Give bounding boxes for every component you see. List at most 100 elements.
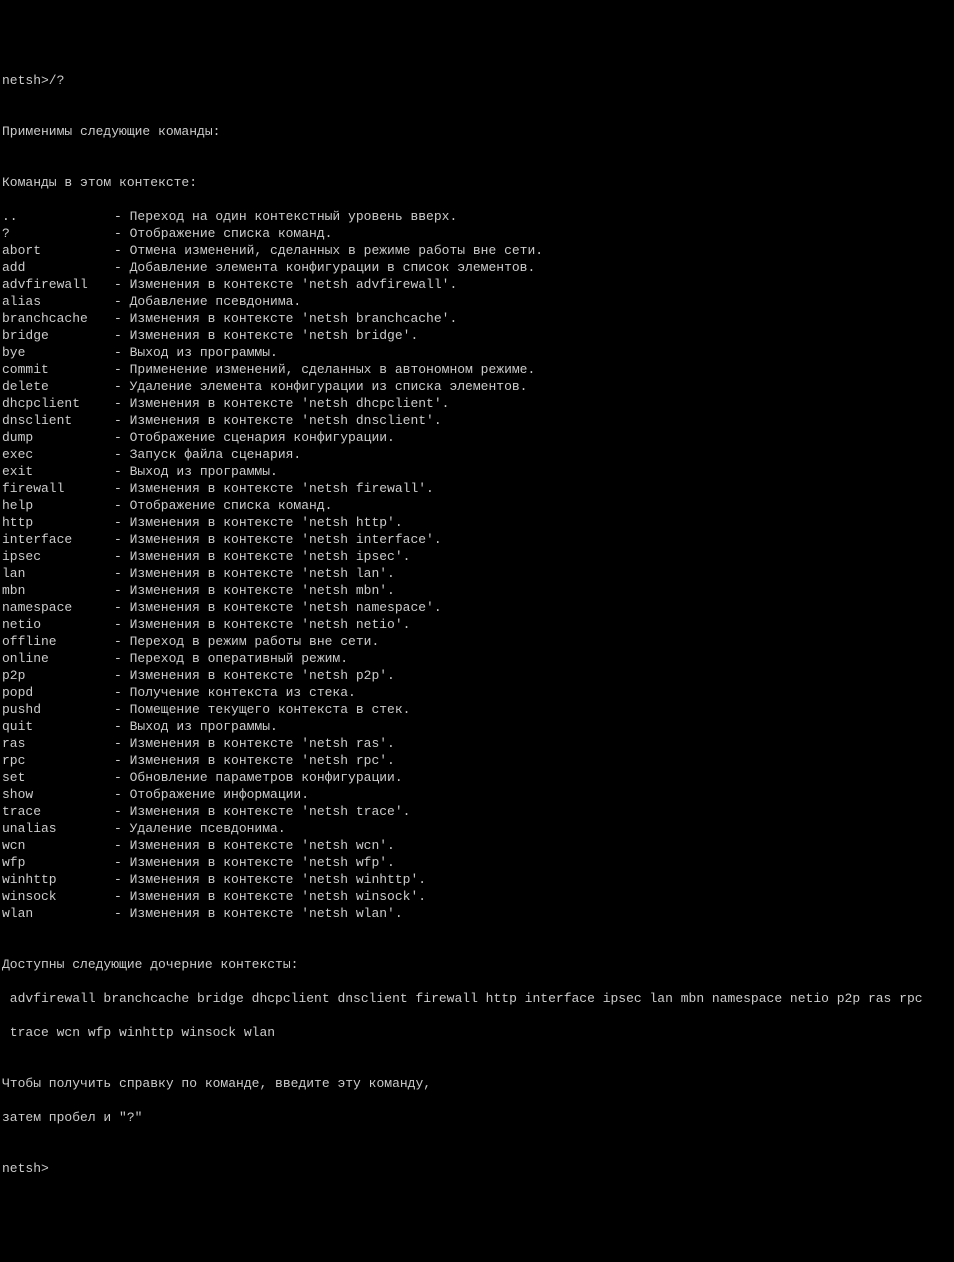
command-name: set <box>2 769 114 786</box>
command-row: winsock- Изменения в контексте 'netsh wi… <box>2 888 952 905</box>
command-desc: - Получение контекста из стека. <box>114 684 356 701</box>
command-row: ipsec- Изменения в контексте 'netsh ipse… <box>2 548 952 565</box>
command-desc: - Переход в режим работы вне сети. <box>114 633 379 650</box>
command-row: advfirewall- Изменения в контексте 'nets… <box>2 276 952 293</box>
command-desc: - Отображение списка команд. <box>114 225 332 242</box>
command-row: lan- Изменения в контексте 'netsh lan'. <box>2 565 952 582</box>
command-name: .. <box>2 208 114 225</box>
command-row: exit- Выход из программы. <box>2 463 952 480</box>
command-desc: - Изменения в контексте 'netsh winsock'. <box>114 888 426 905</box>
command-row: bye- Выход из программы. <box>2 344 952 361</box>
help-hint-line: затем пробел и "?" <box>2 1109 952 1126</box>
command-desc: - Изменения в контексте 'netsh wlan'. <box>114 905 403 922</box>
help-hint-line: Чтобы получить справку по команде, введи… <box>2 1075 952 1092</box>
command-name: winhttp <box>2 871 114 888</box>
command-desc: - Помещение текущего контекста в стек. <box>114 701 410 718</box>
command-desc: - Изменения в контексте 'netsh winhttp'. <box>114 871 426 888</box>
section-header: Команды в этом контексте: <box>2 174 952 191</box>
command-desc: - Изменения в контексте 'netsh wfp'. <box>114 854 395 871</box>
command-name: rpc <box>2 752 114 769</box>
command-row: popd- Получение контекста из стека. <box>2 684 952 701</box>
command-row: ..- Переход на один контекстный уровень … <box>2 208 952 225</box>
command-name: dnsclient <box>2 412 114 429</box>
command-name: namespace <box>2 599 114 616</box>
command-name: quit <box>2 718 114 735</box>
command-name: unalias <box>2 820 114 837</box>
command-desc: - Изменения в контексте 'netsh p2p'. <box>114 667 395 684</box>
command-name: online <box>2 650 114 667</box>
command-desc: - Переход в оперативный режим. <box>114 650 348 667</box>
command-name: alias <box>2 293 114 310</box>
command-name: winsock <box>2 888 114 905</box>
command-row: show- Отображение информации. <box>2 786 952 803</box>
command-row: online- Переход в оперативный режим. <box>2 650 952 667</box>
command-row: unalias- Удаление псевдонима. <box>2 820 952 837</box>
sub-contexts-header: Доступны следующие дочерние контексты: <box>2 956 952 973</box>
command-desc: - Изменения в контексте 'netsh netio'. <box>114 616 410 633</box>
command-row: exec- Запуск файла сценария. <box>2 446 952 463</box>
command-desc: - Изменения в контексте 'netsh mbn'. <box>114 582 395 599</box>
command-desc: - Запуск файла сценария. <box>114 446 301 463</box>
command-row: offline- Переход в режим работы вне сети… <box>2 633 952 650</box>
command-row: ras- Изменения в контексте 'netsh ras'. <box>2 735 952 752</box>
command-name: delete <box>2 378 114 395</box>
command-row: firewall- Изменения в контексте 'netsh f… <box>2 480 952 497</box>
command-row: dump- Отображение сценария конфигурации. <box>2 429 952 446</box>
command-name: wfp <box>2 854 114 871</box>
command-row: bridge- Изменения в контексте 'netsh bri… <box>2 327 952 344</box>
command-name: branchcache <box>2 310 114 327</box>
command-name: exit <box>2 463 114 480</box>
command-name: interface <box>2 531 114 548</box>
sub-contexts-line: advfirewall branchcache bridge dhcpclien… <box>2 990 952 1007</box>
command-name: pushd <box>2 701 114 718</box>
command-row: wfp- Изменения в контексте 'netsh wfp'. <box>2 854 952 871</box>
command-name: add <box>2 259 114 276</box>
command-row: alias- Добавление псевдонима. <box>2 293 952 310</box>
command-row: pushd- Помещение текущего контекста в ст… <box>2 701 952 718</box>
intro-line: Применимы следующие команды: <box>2 123 952 140</box>
command-desc: - Изменения в контексте 'netsh branchcac… <box>114 310 457 327</box>
command-desc: - Обновление параметров конфигурации. <box>114 769 403 786</box>
sub-contexts-line: trace wcn wfp winhttp winsock wlan <box>2 1024 952 1041</box>
command-name: abort <box>2 242 114 259</box>
command-row: rpc- Изменения в контексте 'netsh rpc'. <box>2 752 952 769</box>
command-desc: - Отмена изменений, сделанных в режиме р… <box>114 242 543 259</box>
command-name: lan <box>2 565 114 582</box>
commands-list: ..- Переход на один контекстный уровень … <box>2 208 952 922</box>
command-row: dhcpclient- Изменения в контексте 'netsh… <box>2 395 952 412</box>
command-desc: - Изменения в контексте 'netsh ipsec'. <box>114 548 410 565</box>
command-desc: - Изменения в контексте 'netsh ras'. <box>114 735 395 752</box>
command-name: commit <box>2 361 114 378</box>
command-row: ?- Отображение списка команд. <box>2 225 952 242</box>
command-desc: - Отображение сценария конфигурации. <box>114 429 395 446</box>
command-name: offline <box>2 633 114 650</box>
command-name: ipsec <box>2 548 114 565</box>
command-desc: - Изменения в контексте 'netsh dnsclient… <box>114 412 442 429</box>
command-name: exec <box>2 446 114 463</box>
command-desc: - Отображение информации. <box>114 786 309 803</box>
command-name: advfirewall <box>2 276 114 293</box>
command-row: quit- Выход из программы. <box>2 718 952 735</box>
command-desc: - Изменения в контексте 'netsh namespace… <box>114 599 442 616</box>
command-name: http <box>2 514 114 531</box>
command-name: p2p <box>2 667 114 684</box>
command-row: trace- Изменения в контексте 'netsh trac… <box>2 803 952 820</box>
command-desc: - Выход из программы. <box>114 463 278 480</box>
command-desc: - Добавление псевдонима. <box>114 293 301 310</box>
command-desc: - Изменения в контексте 'netsh http'. <box>114 514 403 531</box>
command-row: wlan- Изменения в контексте 'netsh wlan'… <box>2 905 952 922</box>
command-desc: - Изменения в контексте 'netsh wcn'. <box>114 837 395 854</box>
command-row: branchcache- Изменения в контексте 'nets… <box>2 310 952 327</box>
command-desc: - Изменения в контексте 'netsh trace'. <box>114 803 410 820</box>
command-name: help <box>2 497 114 514</box>
command-row: netio- Изменения в контексте 'netsh neti… <box>2 616 952 633</box>
command-name: mbn <box>2 582 114 599</box>
command-row: winhttp- Изменения в контексте 'netsh wi… <box>2 871 952 888</box>
command-row: help- Отображение списка команд. <box>2 497 952 514</box>
command-name: bye <box>2 344 114 361</box>
command-name: bridge <box>2 327 114 344</box>
final-prompt[interactable]: netsh> <box>2 1160 952 1177</box>
command-desc: - Изменения в контексте 'netsh rpc'. <box>114 752 395 769</box>
command-row: commit- Применение изменений, сделанных … <box>2 361 952 378</box>
command-desc: - Изменения в контексте 'netsh interface… <box>114 531 442 548</box>
